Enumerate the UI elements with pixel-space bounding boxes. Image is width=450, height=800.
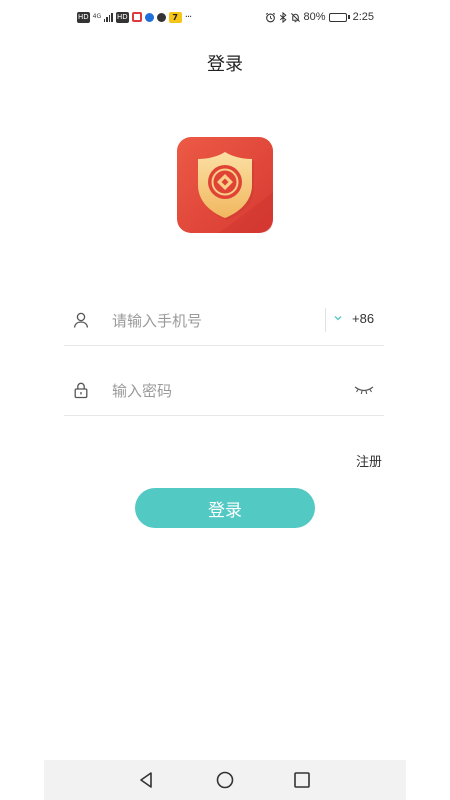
lock-icon: [74, 382, 88, 399]
red-app-icon: [131, 12, 142, 22]
yellow-app-icon: 7: [168, 11, 182, 23]
network-type: 4G: [92, 13, 102, 20]
country-code-selector[interactable]: +86: [352, 311, 374, 326]
hd-icon: HD: [77, 11, 90, 23]
dark-app-icon: [156, 12, 166, 22]
status-bar-left: HD 4G HD 7 ···: [77, 10, 192, 24]
app-logo: [177, 137, 273, 233]
chevron-down-icon[interactable]: [334, 315, 342, 321]
phone-input[interactable]: [112, 308, 312, 334]
password-row: [64, 366, 384, 416]
navigation-bar: [44, 760, 406, 800]
notification-app-icon: HD: [116, 11, 129, 23]
home-icon[interactable]: [215, 770, 235, 790]
battery-icon: [328, 12, 350, 22]
login-button[interactable]: 登录: [135, 488, 315, 528]
page-title: 登录: [207, 54, 243, 75]
blue-app-icon: [144, 12, 154, 22]
status-bar-right: 80% 2:25: [265, 9, 374, 25]
back-icon[interactable]: [137, 770, 157, 790]
user-icon: [73, 312, 89, 328]
clock: 2:25: [352, 11, 374, 23]
phone-row: +86: [64, 296, 384, 346]
recent-apps-icon[interactable]: [292, 770, 312, 790]
country-code-divider: [325, 308, 326, 332]
bluetooth-icon: [279, 11, 287, 23]
status-bar: HD 4G HD 7 ··· 80% 2:25: [0, 0, 450, 34]
eye-closed-icon[interactable]: [354, 384, 374, 396]
signal-icon: [103, 12, 114, 22]
password-input[interactable]: [112, 378, 312, 404]
battery-percent: 80%: [303, 11, 326, 23]
alarm-icon: [265, 12, 275, 22]
more-notifications-icon: ···: [184, 11, 192, 23]
register-link[interactable]: 注册: [356, 451, 382, 470]
mute-icon: [290, 12, 300, 22]
